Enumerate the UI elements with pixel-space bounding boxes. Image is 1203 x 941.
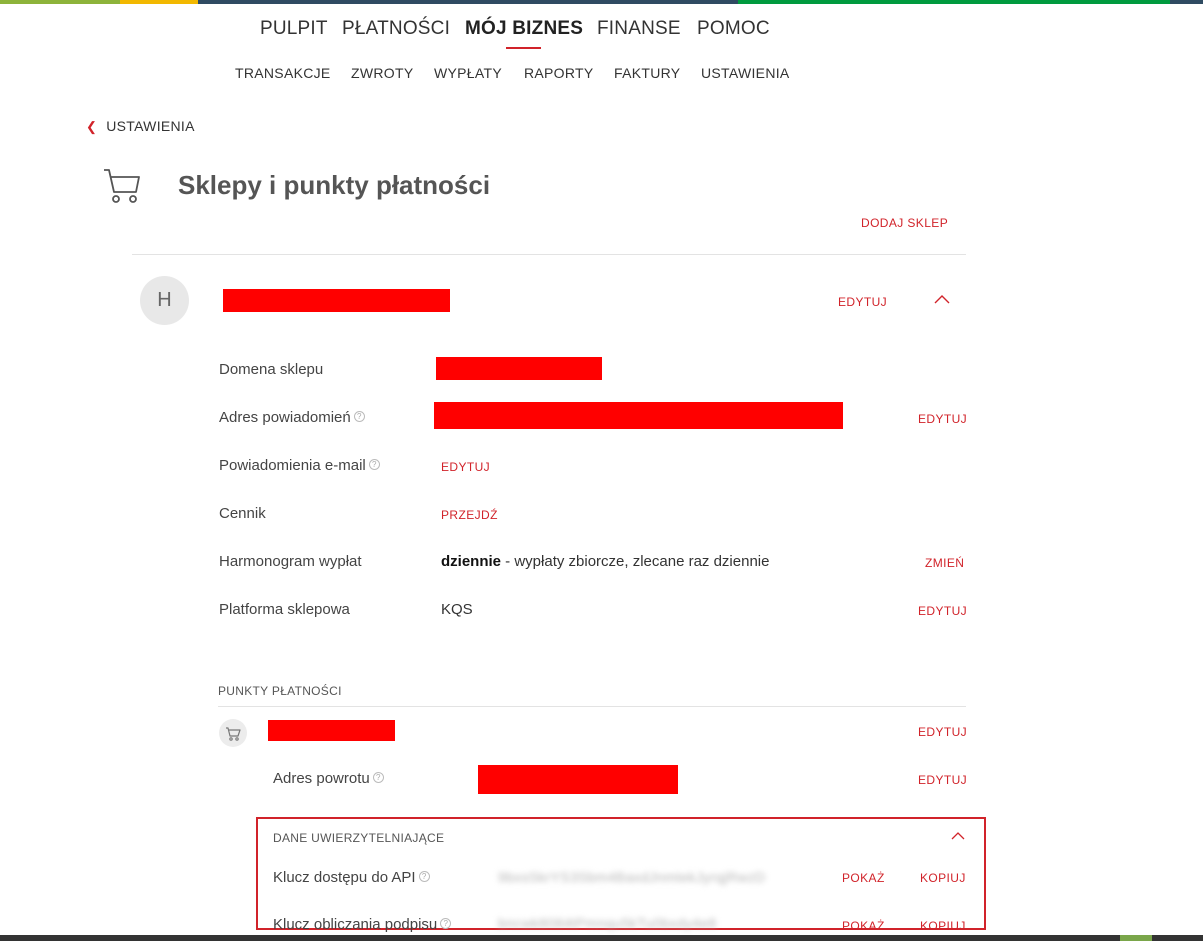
subnav-faktury[interactable]: FAKTURY: [614, 65, 680, 81]
sub-navigation: TRANSAKCJE ZWROTY WYPŁATY RAPORTY FAKTUR…: [0, 65, 1203, 83]
show-signature-key-button[interactable]: POKAŻ: [842, 919, 885, 933]
edit-email-notifications-button[interactable]: EDYTUJ: [441, 460, 490, 474]
copy-api-key-button[interactable]: KOPIUJ: [920, 871, 966, 885]
payout-schedule-value: dziennie - wypłaty zbiorcze, zlecane raz…: [441, 553, 770, 570]
chevron-left-icon: ❮: [86, 119, 98, 134]
subnav-ustawienia[interactable]: USTAWIENIA: [701, 65, 790, 81]
bottom-bar-accent: [1120, 935, 1152, 941]
api-key-label: Klucz dostępu do API?: [273, 869, 430, 886]
go-to-pricing-button[interactable]: PRZEJDŹ: [441, 508, 498, 522]
back-link-label: USTAWIENIA: [106, 118, 195, 134]
return-address-label: Adres powrotu?: [273, 770, 384, 787]
edit-return-address-button[interactable]: EDYTUJ: [918, 773, 967, 787]
edit-notification-address-button[interactable]: EDYTUJ: [918, 412, 967, 426]
help-icon[interactable]: ?: [353, 411, 365, 422]
credentials-heading: DANE UWIERZYTELNIAJĄCE: [273, 831, 445, 845]
signature-key-value-masked: bncwk8084tPmnqu5kTu0bxdy4e8: [498, 915, 717, 931]
payment-points-divider: [218, 706, 966, 707]
main-navigation: PULPIT PŁATNOŚCI MÓJ BIZNES FINANSE POMO…: [0, 18, 1203, 49]
nav-pulpit[interactable]: PULPIT: [260, 18, 328, 40]
payment-point-name-redacted: [268, 720, 395, 741]
copy-signature-key-button[interactable]: KOPIUJ: [920, 919, 966, 933]
page-title: Sklepy i punkty płatności: [178, 170, 491, 200]
shop-name-redacted: [223, 289, 450, 312]
shop-domain-redacted: [436, 357, 602, 380]
edit-shop-platform-button[interactable]: EDYTUJ: [918, 604, 967, 618]
change-payout-schedule-button[interactable]: ZMIEŃ: [925, 556, 964, 570]
payment-point-avatar: [219, 719, 247, 747]
bottom-bar: [0, 935, 1203, 941]
edit-shop-button[interactable]: EDYTUJ: [838, 295, 887, 309]
return-address-redacted: [478, 765, 678, 794]
collapse-shop-chevron-up-icon[interactable]: [934, 294, 950, 304]
nav-finanse[interactable]: FINANSE: [597, 18, 681, 40]
payment-points-heading: PUNKTY PŁATNOŚCI: [218, 684, 342, 698]
shop-platform-label: Platforma sklepowa: [219, 601, 350, 618]
notification-address-label: Adres powiadomień?: [219, 409, 365, 426]
shop-domain-label: Domena sklepu: [219, 361, 324, 378]
help-icon[interactable]: ?: [368, 459, 380, 470]
shop-platform-value: KQS: [441, 601, 473, 618]
active-nav-indicator: [506, 47, 541, 49]
header-divider: [132, 254, 966, 255]
nav-moj-biznes[interactable]: MÓJ BIZNES: [465, 18, 583, 40]
signature-key-label: Klucz obliczania podpisu?: [273, 916, 452, 933]
help-icon[interactable]: ?: [418, 871, 430, 882]
nav-platnosci[interactable]: PŁATNOŚCI: [342, 18, 450, 40]
pricing-label: Cennik: [219, 505, 266, 522]
shopping-cart-icon: [104, 169, 140, 203]
shopping-cart-icon: [226, 727, 241, 741]
edit-payment-point-button[interactable]: EDYTUJ: [918, 725, 967, 739]
subnav-raporty[interactable]: RAPORTY: [524, 65, 594, 81]
subnav-transakcje[interactable]: TRANSAKCJE: [235, 65, 331, 81]
help-icon[interactable]: ?: [372, 772, 384, 783]
shop-avatar: H: [140, 276, 189, 325]
email-notifications-label: Powiadomienia e-mail?: [219, 457, 380, 474]
notification-address-redacted: [434, 402, 843, 429]
subnav-zwroty[interactable]: ZWROTY: [351, 65, 413, 81]
brand-color-bar: [0, 0, 1203, 4]
back-to-settings-link[interactable]: ❮ USTAWIENIA: [86, 118, 195, 135]
subnav-wyplaty[interactable]: WYPŁATY: [434, 65, 502, 81]
add-shop-button[interactable]: DODAJ SKLEP: [861, 216, 948, 230]
api-key-value-masked: 9bxsSkrYS3Sbm4BaxdJnmtekJyrqjRwzD: [498, 869, 766, 885]
nav-pomoc[interactable]: POMOC: [697, 18, 770, 40]
payout-schedule-label: Harmonogram wypłat: [219, 553, 362, 570]
show-api-key-button[interactable]: POKAŻ: [842, 871, 885, 885]
collapse-credentials-chevron-up-icon[interactable]: [951, 831, 965, 840]
help-icon[interactable]: ?: [440, 918, 452, 929]
